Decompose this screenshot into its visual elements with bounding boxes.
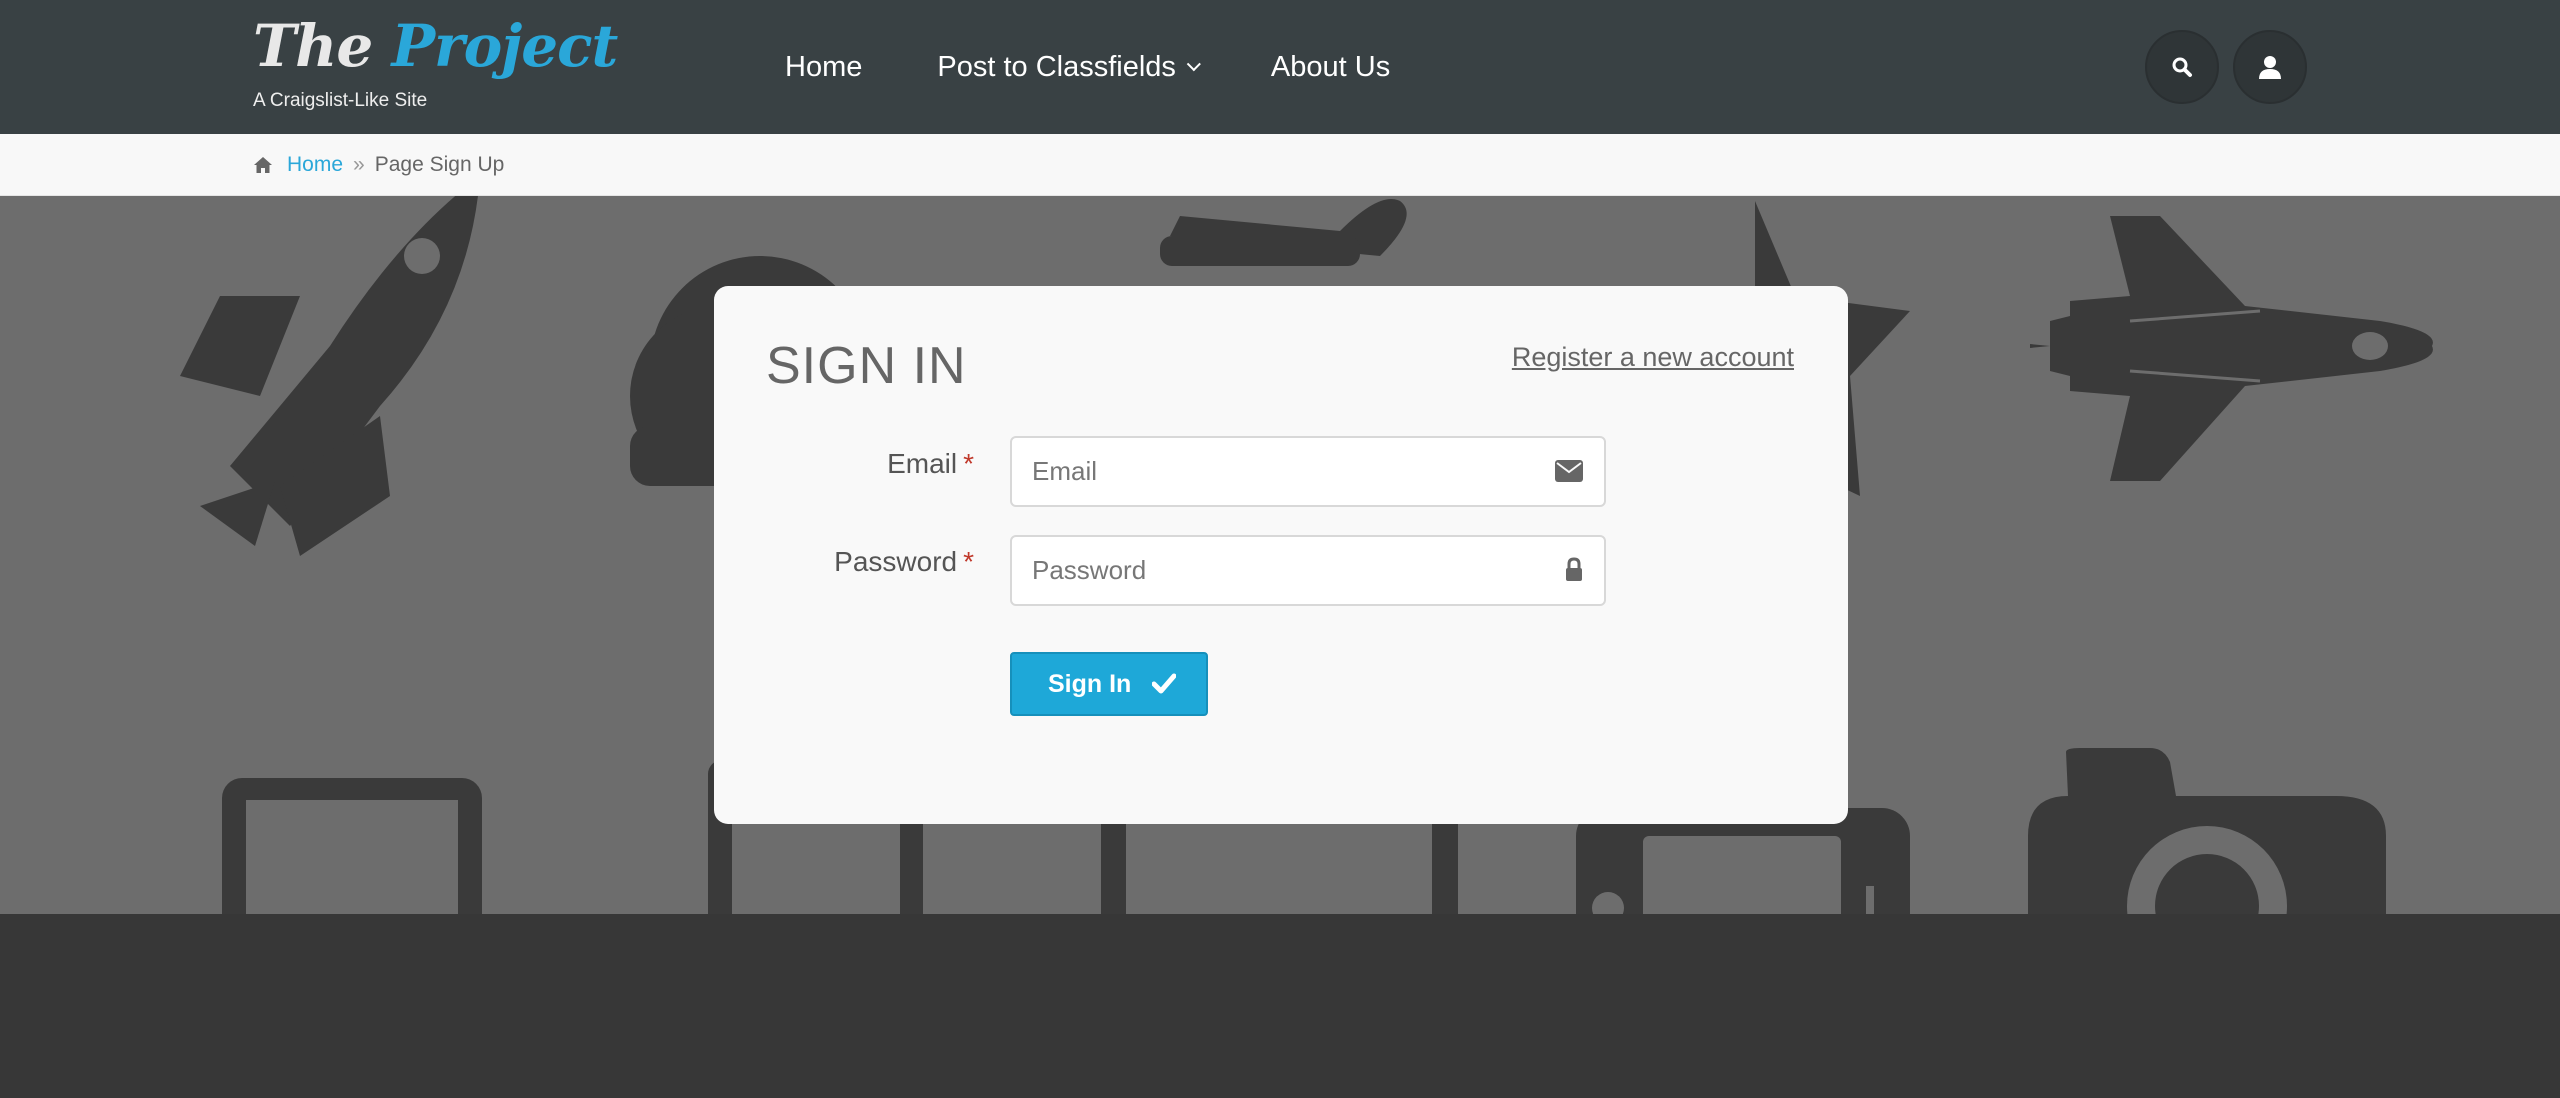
envelope-icon: [1555, 460, 1583, 482]
signin-button[interactable]: Sign In: [1010, 652, 1208, 716]
airplane-icon: [1160, 199, 1407, 266]
email-label: Email *: [714, 448, 974, 480]
password-label-text: Password: [834, 546, 958, 577]
search-button[interactable]: [2145, 30, 2219, 104]
password-field[interactable]: [1010, 535, 1606, 606]
search-icon: [2172, 57, 2192, 77]
rocket-icon: [180, 196, 478, 556]
space-shuttle-icon: [2030, 216, 2433, 481]
chevron-down-icon: [1186, 57, 1201, 72]
lock-icon: [1566, 557, 1582, 581]
home-icon: [254, 157, 272, 173]
breadcrumb-separator: »: [353, 153, 365, 176]
logo-text-the: The: [253, 12, 373, 80]
breadcrumb-home-link[interactable]: Home: [287, 153, 343, 177]
signin-card: SIGN IN Register a new account Email* Pa…: [714, 286, 1848, 824]
hero-background: SIGN IN Register a new account Email* Pa…: [0, 196, 2560, 914]
user-icon: [2259, 56, 2281, 79]
site-logo[interactable]: The Project: [253, 12, 618, 80]
user-account-button[interactable]: [2233, 30, 2307, 104]
password-input[interactable]: [1032, 537, 1532, 604]
signin-title: SIGN IN: [766, 337, 967, 395]
tablet-icon: [222, 778, 482, 914]
breadcrumb-current: Page Sign Up: [374, 153, 505, 176]
camera-icon: [2028, 748, 2386, 914]
site-header: The Project A Craigslist-Like Site Home …: [0, 0, 2560, 134]
nav-item-label: Post to Classfields: [937, 50, 1176, 83]
nav-item-about-us[interactable]: About Us: [1271, 51, 1390, 84]
nav-item-post-to-classfields[interactable]: Post to Classfields: [937, 50, 1201, 84]
nav-item-home[interactable]: Home: [785, 51, 862, 84]
email-input[interactable]: [1032, 438, 1532, 505]
checkmark-icon: [1152, 673, 1176, 694]
email-field[interactable]: [1010, 436, 1606, 507]
password-label: Password *: [714, 546, 974, 578]
email-label-text: Email: [887, 448, 958, 479]
required-mark: *: [963, 546, 974, 577]
page-footer: [0, 914, 2560, 1098]
nav-item-label: Home: [785, 50, 863, 83]
nav-item-label: About Us: [1270, 50, 1391, 83]
required-mark: *: [963, 448, 974, 479]
signin-button-label: Sign In: [1048, 669, 1132, 698]
breadcrumb-bar: Home » Page Sign Up: [0, 134, 2560, 196]
logo-text-project: Project: [391, 12, 618, 80]
register-link[interactable]: Register a new account: [1512, 342, 1794, 373]
main-nav: Home Post to Classfields About Us: [785, 0, 1465, 134]
breadcrumb: Home » Page Sign Up: [253, 134, 504, 196]
site-tagline: A Craigslist-Like Site: [253, 90, 428, 111]
